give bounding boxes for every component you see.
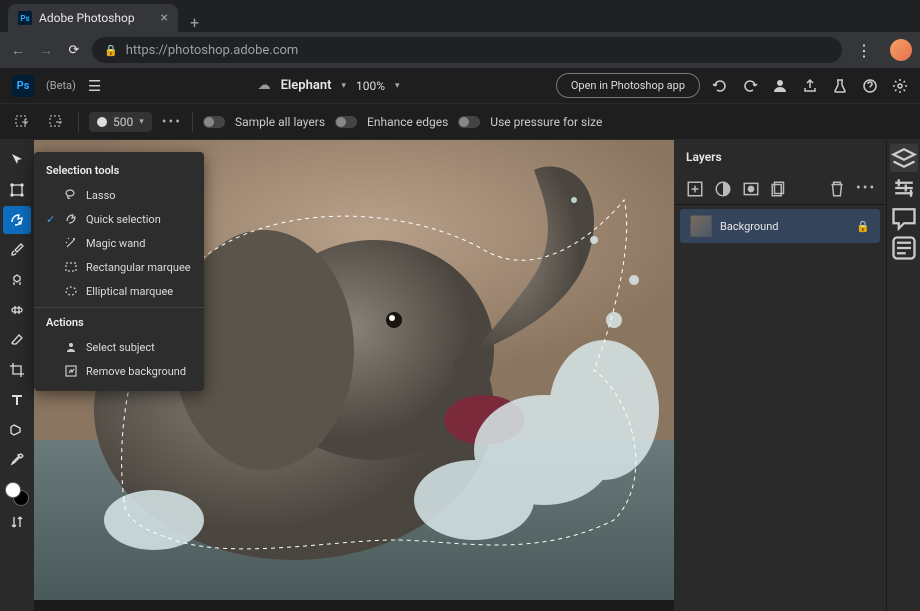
flyout-item-elliptical-marquee[interactable]: Elliptical marquee xyxy=(34,279,204,303)
sample-all-label: Sample all layers xyxy=(235,115,325,129)
add-layer-icon[interactable] xyxy=(686,180,704,198)
lock-icon: 🔒 xyxy=(104,44,118,57)
hamburger-icon[interactable]: ☰ xyxy=(88,77,101,95)
enhance-edges-label: Enhance edges xyxy=(367,115,448,129)
sample-all-toggle[interactable] xyxy=(203,116,225,128)
lock-icon[interactable]: 🔒 xyxy=(856,220,870,233)
forward-icon[interactable]: → xyxy=(36,42,56,59)
use-pressure-toggle[interactable] xyxy=(458,116,480,128)
adjustments-rail-icon[interactable] xyxy=(890,174,918,202)
gear-icon[interactable] xyxy=(892,78,908,94)
layer-thumbnail xyxy=(690,215,712,237)
select-subject-icon xyxy=(64,340,78,354)
divider xyxy=(78,112,79,132)
ps-logo: Ps xyxy=(12,75,34,97)
flyout-item-label: Lasso xyxy=(86,189,116,202)
check-icon: ✓ xyxy=(46,213,56,226)
magic-wand-icon xyxy=(64,236,78,250)
brush-size-picker[interactable]: 500 ▾ xyxy=(89,112,152,132)
tab-favicon: Ps xyxy=(18,11,32,25)
quick-selection-icon xyxy=(64,212,78,226)
beaker-icon[interactable] xyxy=(832,78,848,94)
shape-tool[interactable] xyxy=(3,416,31,444)
more-options-icon[interactable]: ••• xyxy=(162,114,182,130)
help-icon[interactable] xyxy=(862,78,878,94)
flyout-item-rectangular-marquee[interactable]: Rectangular marquee xyxy=(34,255,204,279)
group-icon[interactable] xyxy=(770,180,788,198)
url-text: https://photoshop.adobe.com xyxy=(126,43,299,58)
brush-size-value: 500 xyxy=(113,115,133,129)
more-options-icon[interactable]: ••• xyxy=(856,180,874,198)
use-pressure-label: Use pressure for size xyxy=(490,115,602,129)
flyout-item-label: Magic wand xyxy=(86,237,145,250)
comments-rail-icon[interactable] xyxy=(890,204,918,232)
invite-icon[interactable] xyxy=(772,78,788,94)
flyout-section-title: Actions xyxy=(34,312,204,335)
reload-icon[interactable]: ⟳ xyxy=(64,43,84,58)
trash-icon[interactable] xyxy=(828,180,846,198)
help-rail-icon[interactable] xyxy=(890,234,918,262)
layers-panel-title: Layers xyxy=(674,140,886,174)
remove-background-icon xyxy=(64,364,78,378)
back-icon[interactable]: ← xyxy=(8,42,28,59)
chevron-down-icon[interactable]: ▾ xyxy=(395,81,400,91)
lasso-icon xyxy=(64,188,78,202)
cloud-icon: ☁ xyxy=(258,78,271,93)
document-name[interactable]: Elephant xyxy=(281,78,332,93)
redo-icon[interactable] xyxy=(742,78,758,94)
chevron-down-icon[interactable]: ▾ xyxy=(139,117,144,127)
beta-label: (Beta) xyxy=(46,79,76,92)
browser-tab[interactable]: Ps Adobe Photoshop × xyxy=(8,4,178,32)
enhance-edges-toggle[interactable] xyxy=(335,116,357,128)
flyout-section-title: Selection tools xyxy=(34,160,204,183)
chevron-down-icon[interactable]: ▾ xyxy=(341,81,346,91)
flyout-action-remove-background[interactable]: Remove background xyxy=(34,359,204,383)
flyout-item-quick-selection[interactable]: ✓ Quick selection xyxy=(34,207,204,231)
flyout-action-select-subject[interactable]: Select subject xyxy=(34,335,204,359)
adjustment-layer-icon[interactable] xyxy=(714,180,732,198)
eraser-tool[interactable] xyxy=(3,326,31,354)
healing-tool[interactable] xyxy=(3,296,31,324)
move-tool[interactable] xyxy=(3,146,31,174)
rectangular-marquee-icon xyxy=(64,260,78,274)
new-tab-button[interactable]: + xyxy=(178,13,211,32)
browser-menu-icon[interactable]: ⋮ xyxy=(850,41,878,60)
flyout-item-label: Remove background xyxy=(86,365,186,378)
flyout-item-label: Select subject xyxy=(86,341,155,354)
flyout-item-lasso[interactable]: Lasso xyxy=(34,183,204,207)
flyout-item-label: Elliptical marquee xyxy=(86,285,173,298)
color-swatches[interactable] xyxy=(5,482,29,506)
brush-preview-icon xyxy=(97,117,107,127)
flyout-item-label: Rectangular marquee xyxy=(86,261,191,274)
layers-rail-icon[interactable] xyxy=(890,144,918,172)
flyout-item-magic-wand[interactable]: Magic wand xyxy=(34,231,204,255)
swap-colors-icon[interactable] xyxy=(3,508,31,536)
close-icon[interactable]: × xyxy=(161,10,168,26)
clone-tool[interactable] xyxy=(3,266,31,294)
divider xyxy=(34,307,204,308)
eyedropper-tool[interactable] xyxy=(3,446,31,474)
address-bar[interactable]: 🔒 https://photoshop.adobe.com xyxy=(92,37,842,63)
add-selection-icon[interactable] xyxy=(10,110,34,134)
mask-icon[interactable] xyxy=(742,180,760,198)
tab-title: Adobe Photoshop xyxy=(39,11,154,25)
elliptical-marquee-icon xyxy=(64,284,78,298)
divider xyxy=(192,112,193,132)
selection-tools-flyout: Selection tools Lasso ✓ Quick selection … xyxy=(34,152,204,391)
transform-tool[interactable] xyxy=(3,176,31,204)
crop-tool[interactable] xyxy=(3,356,31,384)
profile-avatar[interactable] xyxy=(890,39,912,61)
open-in-app-button[interactable]: Open in Photoshop app xyxy=(556,73,700,98)
type-tool[interactable] xyxy=(3,386,31,414)
layer-name: Background xyxy=(720,220,848,233)
brush-tool[interactable] xyxy=(3,236,31,264)
flyout-item-label: Quick selection xyxy=(86,213,161,226)
zoom-level[interactable]: 100% xyxy=(356,79,385,93)
selection-tool[interactable] xyxy=(3,206,31,234)
share-icon[interactable] xyxy=(802,78,818,94)
undo-icon[interactable] xyxy=(712,78,728,94)
subtract-selection-icon[interactable] xyxy=(44,110,68,134)
layer-row[interactable]: Background 🔒 xyxy=(680,209,880,243)
